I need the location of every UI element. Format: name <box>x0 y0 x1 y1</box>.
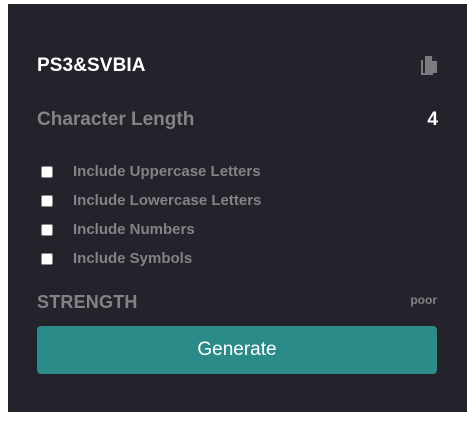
option-lowercase[interactable]: Include Lowercase Letters <box>41 191 341 211</box>
copy-icon[interactable] <box>419 55 439 77</box>
lowercase-checkbox[interactable] <box>41 195 53 207</box>
symbols-checkbox[interactable] <box>41 253 53 265</box>
option-symbols[interactable]: Include Symbols <box>41 249 341 269</box>
option-numbers[interactable]: Include Numbers <box>41 220 341 240</box>
character-length-value: 4 <box>427 109 438 130</box>
numbers-label[interactable]: Include Numbers <box>73 220 195 240</box>
strength-label: STRENGTH <box>37 292 138 312</box>
lowercase-label[interactable]: Include Lowercase Letters <box>73 191 261 211</box>
strength-value: poor <box>410 293 437 307</box>
character-length-label: Character Length <box>37 109 195 130</box>
symbols-label[interactable]: Include Symbols <box>73 249 192 269</box>
password-display: PS3&SVBIA <box>37 53 439 79</box>
uppercase-checkbox[interactable] <box>41 166 53 178</box>
password-generator-card: PS3&SVBIA Character Length 4 Include Upp… <box>8 4 467 412</box>
generate-button[interactable]: Generate <box>37 326 437 374</box>
uppercase-label[interactable]: Include Uppercase Letters <box>73 162 261 182</box>
generated-password: PS3&SVBIA <box>37 55 146 76</box>
option-uppercase[interactable]: Include Uppercase Letters <box>41 162 341 182</box>
strength-row: STRENGTH poor <box>37 289 437 315</box>
character-length-row: Character Length 4 <box>37 106 438 134</box>
numbers-checkbox[interactable] <box>41 224 53 236</box>
